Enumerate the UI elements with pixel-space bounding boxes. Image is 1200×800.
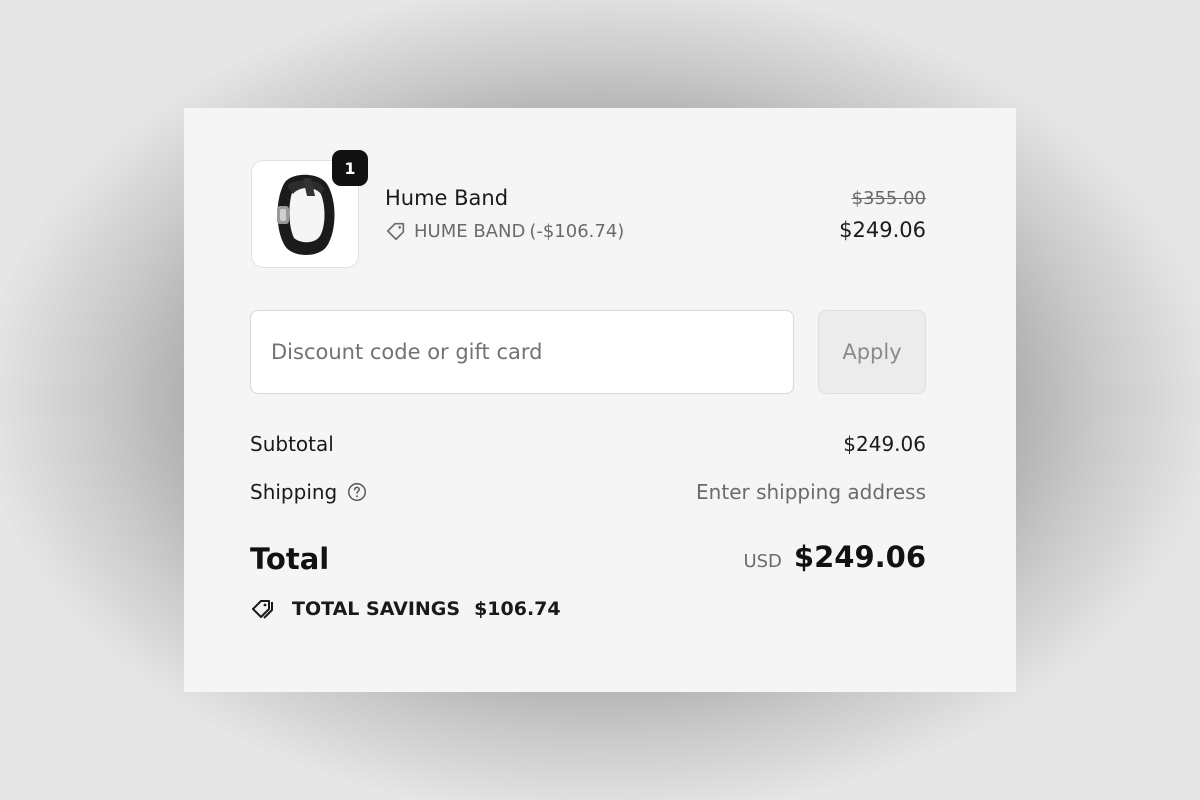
help-icon[interactable] [346, 481, 368, 503]
total-savings: TOTAL SAVINGS $106.74 [250, 594, 926, 624]
order-summary-content: 1 Hume Band HUME BAND (-$106.74) $355.00… [250, 150, 926, 624]
order-summary-panel: 1 Hume Band HUME BAND (-$106.74) $355.00… [184, 108, 1016, 692]
currency-code: USD [743, 551, 782, 572]
total-row: Total USD $249.06 [250, 538, 926, 582]
quantity-badge: 1 [332, 150, 368, 186]
savings-label: TOTAL SAVINGS [292, 598, 461, 620]
applied-discount: HUME BAND (-$106.74) [385, 220, 624, 242]
subtotal-row: Subtotal $249.06 [250, 432, 926, 462]
discount-code-label: HUME BAND [414, 220, 526, 242]
shipping-value: Enter shipping address [696, 480, 926, 504]
apply-button[interactable]: Apply [818, 310, 926, 394]
total-amount: $249.06 [793, 540, 926, 574]
discount-code-input[interactable] [250, 310, 794, 394]
shipping-row: Shipping Enter shipping address [250, 480, 926, 510]
total-amount-group: USD $249.06 [743, 540, 926, 574]
savings-tag-icon [252, 600, 273, 619]
shipping-label: Shipping [250, 480, 338, 504]
product-name: Hume Band [385, 186, 509, 210]
total-label: Total [250, 542, 330, 576]
current-price: $249.06 [839, 218, 926, 242]
tag-icon [386, 222, 405, 241]
original-price: $355.00 [851, 188, 926, 209]
subtotal-value: $249.06 [843, 432, 926, 456]
subtotal-label: Subtotal [250, 432, 334, 456]
discount-form: Apply [250, 310, 926, 396]
savings-amount: $106.74 [474, 598, 561, 620]
line-item: 1 Hume Band HUME BAND (-$106.74) $355.00… [250, 150, 926, 270]
discount-amount: (-$106.74) [529, 220, 625, 242]
